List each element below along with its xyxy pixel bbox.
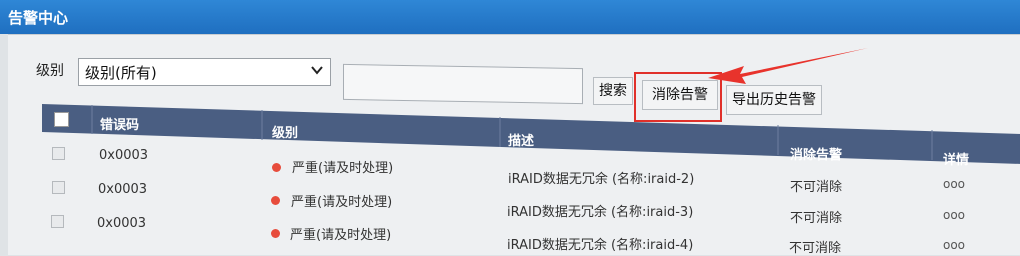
- row-checkbox[interactable]: [51, 215, 64, 228]
- search-button[interactable]: 搜索: [593, 77, 633, 105]
- annotation-arrow-icon: [708, 48, 868, 84]
- row-level: 严重(请及时处理): [292, 161, 394, 176]
- row-description: iRAID数据无冗余 (名称:iraid-2): [508, 172, 695, 187]
- row-level: 严重(请及时处理): [291, 195, 393, 210]
- title-bar: 告警中心: [0, 0, 1020, 34]
- row-code: 0x0003: [99, 148, 149, 163]
- level-filter-label: 级别: [36, 63, 64, 79]
- row-checkbox[interactable]: [52, 181, 65, 194]
- level-select-value: 级别(所有): [85, 64, 157, 82]
- severity-dot-icon: [272, 163, 281, 172]
- window-title: 告警中心: [8, 9, 69, 27]
- search-input[interactable]: [343, 63, 583, 105]
- chevron-down-icon: [311, 66, 323, 75]
- row-level: 严重(请及时处理): [290, 228, 392, 243]
- row-clear-status: 不可消除: [790, 211, 843, 226]
- column-header-level: 级别: [272, 126, 299, 141]
- row-code: 0x0003: [97, 216, 147, 231]
- severity-dot-icon: [271, 196, 280, 205]
- row-description: iRAID数据无冗余 (名称:iraid-4): [507, 238, 694, 253]
- column-header-clear: 消除告警: [790, 148, 843, 163]
- column-header-detail: 详情: [943, 153, 970, 168]
- row-description: iRAID数据无冗余 (名称:iraid-3): [507, 205, 694, 220]
- row-detail-more-icon[interactable]: ooo: [943, 208, 965, 222]
- level-select[interactable]: 级别(所有): [78, 58, 331, 86]
- row-clear-status: 不可消除: [789, 241, 842, 256]
- row-detail-more-icon[interactable]: ooo: [943, 177, 965, 191]
- row-detail-more-icon[interactable]: ooo: [943, 238, 965, 252]
- row-clear-status: 不可消除: [790, 180, 843, 195]
- row-checkbox[interactable]: [52, 147, 65, 160]
- column-header-code: 错误码: [100, 118, 140, 133]
- column-header-description: 描述: [508, 134, 535, 149]
- severity-dot-icon: [271, 229, 280, 238]
- select-all-checkbox[interactable]: [54, 112, 69, 127]
- row-code: 0x0003: [98, 182, 148, 197]
